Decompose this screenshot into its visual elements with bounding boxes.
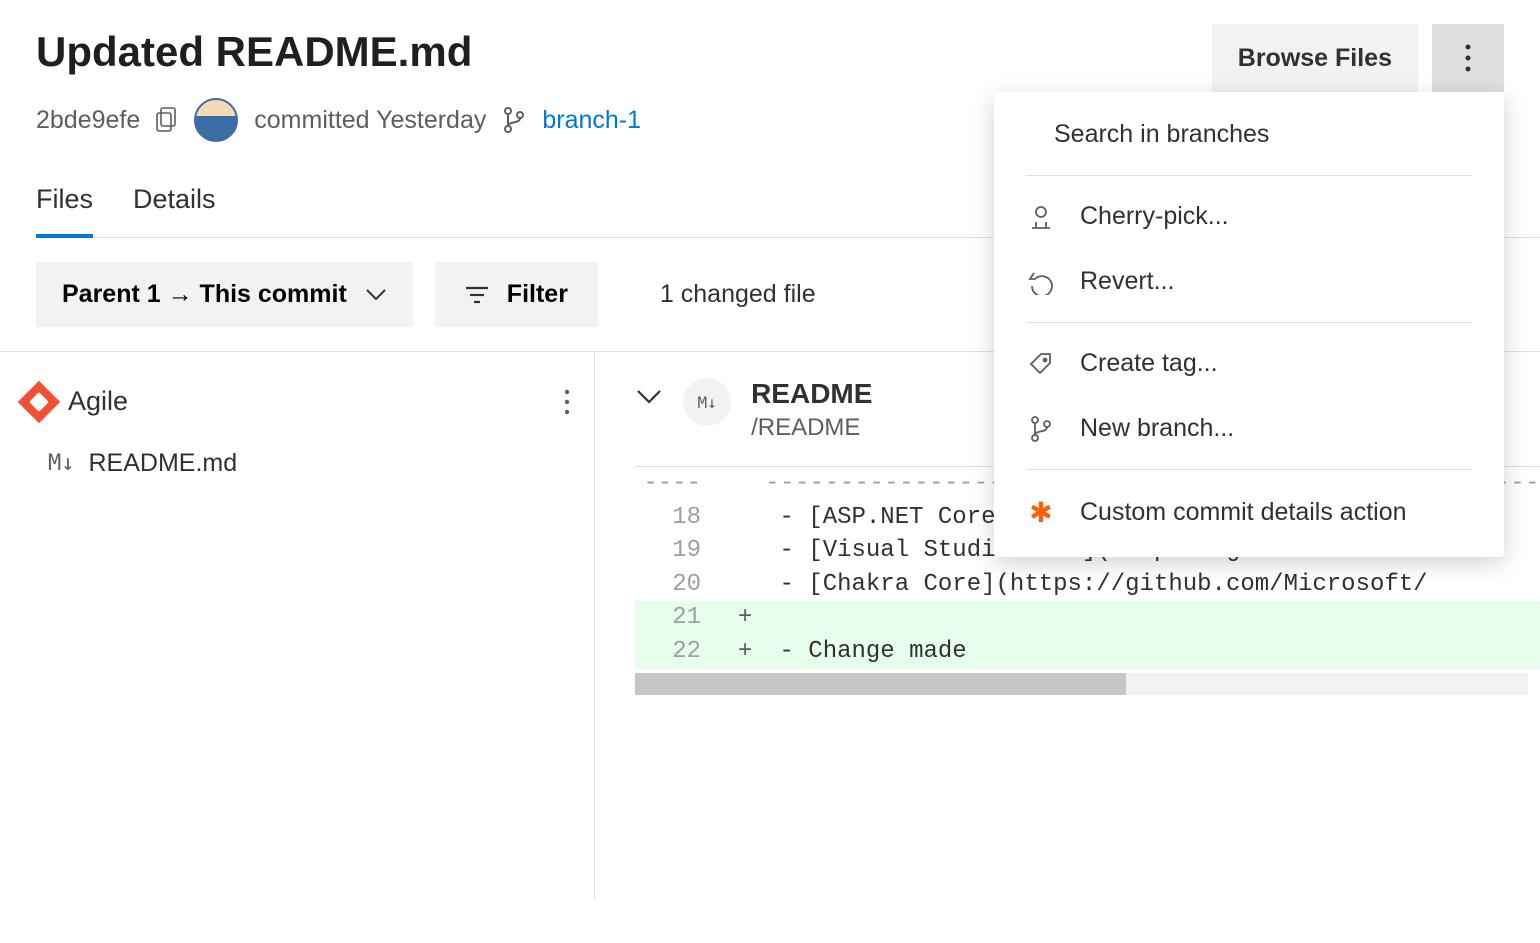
filter-label: Filter	[507, 280, 568, 309]
line-number: 18	[635, 501, 725, 535]
diff-line: 22+ - Change made	[635, 635, 1540, 669]
commit-hash: 2bde9efe	[36, 106, 140, 135]
changed-files-text: 1 changed file	[660, 280, 816, 309]
compare-dropdown-label: Parent 1 → This commit	[62, 280, 347, 309]
menu-cherry-pick[interactable]: Cherry-pick...	[994, 184, 1504, 249]
horizontal-scrollbar[interactable]	[635, 673, 1528, 695]
tag-icon	[1026, 351, 1056, 377]
menu-separator	[1026, 175, 1472, 176]
diff-marker	[725, 501, 765, 535]
diff-line: 20 - [Chakra Core](https://github.com/Mi…	[635, 568, 1540, 602]
menu-label: Custom commit details action	[1080, 498, 1407, 527]
line-number: 20	[635, 568, 725, 602]
star-icon: ✱	[1026, 496, 1056, 529]
menu-label: Create tag...	[1080, 349, 1218, 378]
chevron-down-icon	[365, 288, 387, 302]
diff-code	[765, 601, 1540, 635]
copy-icon[interactable]	[156, 107, 178, 133]
actions-menu: Search in branches Cherry-pick... Revert…	[994, 92, 1504, 557]
menu-label: New branch...	[1080, 414, 1234, 443]
diff-marker: +	[725, 635, 765, 669]
cherry-pick-icon	[1026, 204, 1056, 230]
hunk-left: ----	[635, 467, 725, 501]
menu-separator	[1026, 469, 1472, 470]
menu-search-branches[interactable]: Search in branches	[994, 102, 1504, 167]
more-actions-button[interactable]	[1432, 24, 1504, 92]
line-number: 19	[635, 534, 725, 568]
tree-root-row[interactable]: Agile	[14, 378, 580, 425]
tab-files[interactable]: Files	[36, 184, 93, 237]
avatar	[194, 98, 238, 142]
menu-label: Revert...	[1080, 267, 1174, 296]
git-repo-icon	[18, 380, 60, 422]
diff-file-title: README	[751, 378, 872, 410]
committed-text: committed Yesterday	[254, 106, 486, 135]
menu-label: Cherry-pick...	[1080, 202, 1229, 231]
branch-icon	[502, 106, 526, 134]
diff-marker	[725, 534, 765, 568]
tab-details[interactable]: Details	[133, 184, 216, 237]
diff-file-path: /README	[751, 414, 872, 442]
file-tree: Agile M↓ README.md	[0, 352, 595, 900]
revert-icon	[1026, 269, 1056, 295]
tree-file-label: README.md	[89, 449, 238, 478]
line-number: 21	[635, 601, 725, 635]
more-vertical-icon	[1465, 44, 1471, 72]
menu-label: Search in branches	[1054, 120, 1269, 149]
compare-dropdown[interactable]: Parent 1 → This commit	[36, 262, 413, 327]
menu-create-tag[interactable]: Create tag...	[994, 331, 1504, 396]
markdown-file-icon: M↓	[683, 378, 731, 426]
tree-root-label: Agile	[68, 386, 128, 417]
menu-separator	[1026, 322, 1472, 323]
tree-file-item[interactable]: M↓ README.md	[14, 425, 580, 488]
browse-files-button[interactable]: Browse Files	[1212, 24, 1418, 92]
menu-custom-action[interactable]: ✱ Custom commit details action	[994, 478, 1504, 547]
diff-code: - Change made	[765, 635, 1540, 669]
branch-icon	[1026, 415, 1056, 443]
diff-line: 21+	[635, 601, 1540, 635]
more-vertical-icon[interactable]	[564, 389, 570, 415]
menu-revert[interactable]: Revert...	[994, 249, 1504, 314]
markdown-file-icon: M↓	[48, 451, 75, 476]
diff-marker	[725, 568, 765, 602]
menu-new-branch[interactable]: New branch...	[994, 396, 1504, 461]
line-number: 22	[635, 635, 725, 669]
chevron-down-icon[interactable]	[635, 388, 663, 406]
filter-icon	[465, 286, 489, 304]
branch-link[interactable]: branch-1	[542, 106, 641, 135]
filter-button[interactable]: Filter	[435, 262, 598, 327]
diff-marker: +	[725, 601, 765, 635]
diff-code: - [Chakra Core](https://github.com/Micro…	[765, 568, 1540, 602]
